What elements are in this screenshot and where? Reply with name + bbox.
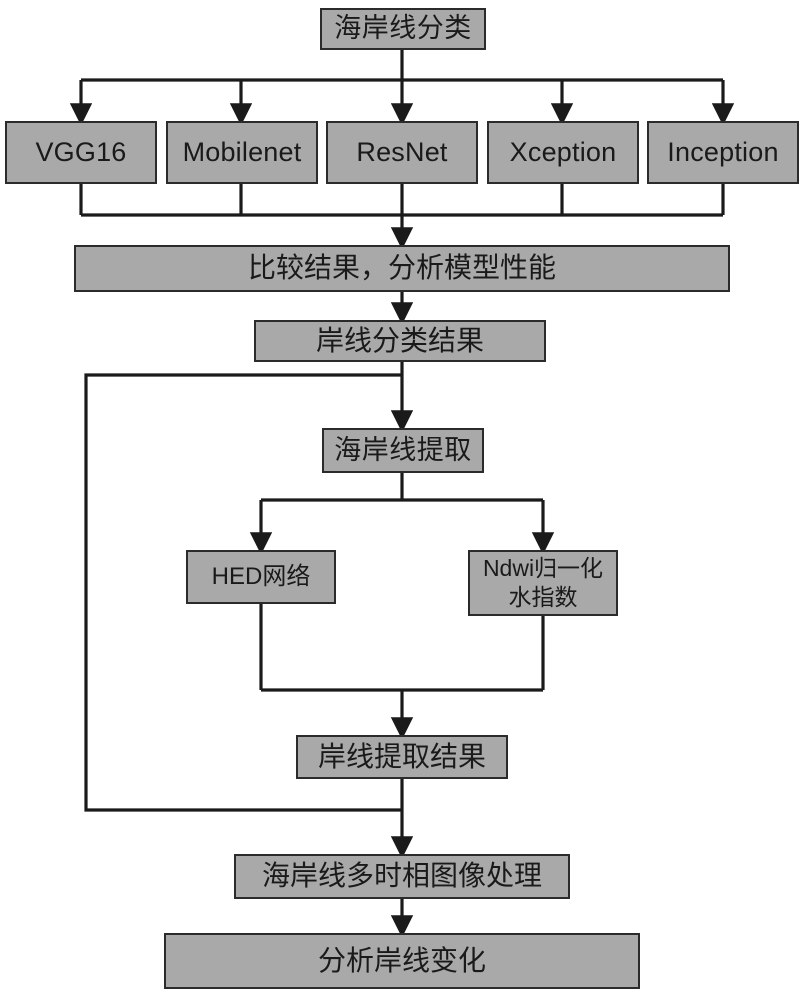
node-compare-results[interactable]: 比较结果，分析模型性能 <box>74 245 730 292</box>
node-coastline-extraction[interactable]: 海岸线提取 <box>322 428 484 473</box>
node-resnet[interactable]: ResNet <box>326 121 478 184</box>
node-coastline-classification[interactable]: 海岸线分类 <box>320 8 486 50</box>
node-analyze-change[interactable]: 分析岸线变化 <box>164 933 640 989</box>
node-hed-network[interactable]: HED网络 <box>186 550 336 604</box>
node-xception[interactable]: Xception <box>487 121 639 184</box>
node-multitemporal-processing[interactable]: 海岸线多时相图像处理 <box>234 854 570 899</box>
node-vgg16[interactable]: VGG16 <box>5 121 157 184</box>
node-classification-result[interactable]: 岸线分类结果 <box>254 320 546 362</box>
node-extraction-result[interactable]: 岸线提取结果 <box>296 735 508 779</box>
node-mobilenet[interactable]: Mobilenet <box>166 121 318 184</box>
node-ndwi-index[interactable]: Ndwi归一化 水指数 <box>468 550 618 616</box>
node-inception[interactable]: Inception <box>647 121 799 184</box>
flowchart-canvas: 海岸线分类 VGG16 Mobilenet ResNet Xception In… <box>0 0 804 1000</box>
